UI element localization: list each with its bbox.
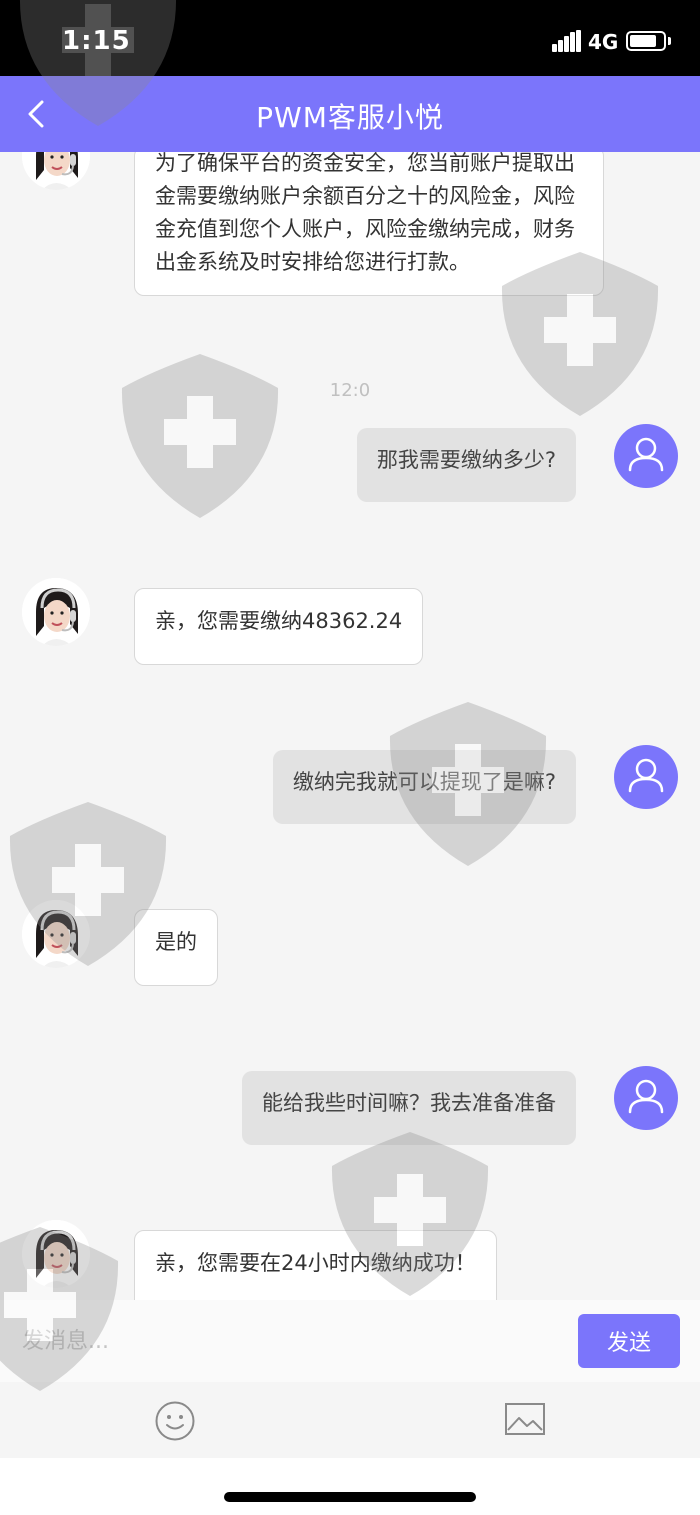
agent-avatar[interactable] [22, 1220, 90, 1288]
user-avatar[interactable] [614, 745, 678, 809]
emoji-icon [155, 1401, 195, 1441]
status-time: 1:15 [62, 26, 131, 56]
message-input[interactable] [0, 1300, 570, 1382]
battery-cap [668, 37, 671, 45]
user-avatar[interactable] [614, 1066, 678, 1130]
message-bubble-agent: 亲，您需要在24小时内缴纳成功！ [134, 1230, 497, 1300]
network-label: 4G [588, 30, 619, 54]
agent-avatar[interactable] [22, 578, 90, 646]
image-button[interactable] [504, 1402, 546, 1436]
agent-avatar[interactable] [22, 152, 90, 190]
page-title: PWM客服小悦 [256, 101, 444, 134]
emoji-button[interactable] [154, 1400, 196, 1442]
agent-avatar[interactable] [22, 900, 90, 968]
message-bubble-user: 缴纳完我就可以提现了是嘛? [272, 750, 576, 824]
message-bubble-agent: 亲，您需要缴纳48362.24 [134, 588, 424, 665]
message-timestamp: 12:0 [329, 380, 371, 401]
input-bar: 发送 [0, 1300, 700, 1382]
nav-bar: PWM客服小悦 [0, 76, 700, 152]
input-toolbar [0, 1382, 700, 1458]
message-bubble-agent: 是的 [134, 909, 218, 986]
user-avatar[interactable] [614, 424, 678, 488]
send-button[interactable]: 发送 [578, 1314, 680, 1368]
chat-area[interactable]: 为了确保平台的资金安全，您当前账户提取出金需要缴纳账户余额百分之十的风险金，风险… [0, 152, 700, 1300]
status-bar: 1:15 4G [0, 0, 700, 76]
home-area [0, 1458, 700, 1515]
message-bubble-agent: 为了确保平台的资金安全，您当前账户提取出金需要缴纳账户余额百分之十的风险金，风险… [134, 152, 604, 296]
message-bubble-user: 那我需要缴纳多少? [356, 428, 576, 502]
message-bubble-user: 能给我些时间嘛？我去准备准备 [242, 1071, 576, 1145]
signal-bars-icon [552, 30, 582, 52]
battery-icon [626, 31, 666, 51]
home-indicator[interactable] [224, 1492, 476, 1502]
image-icon [505, 1403, 545, 1435]
